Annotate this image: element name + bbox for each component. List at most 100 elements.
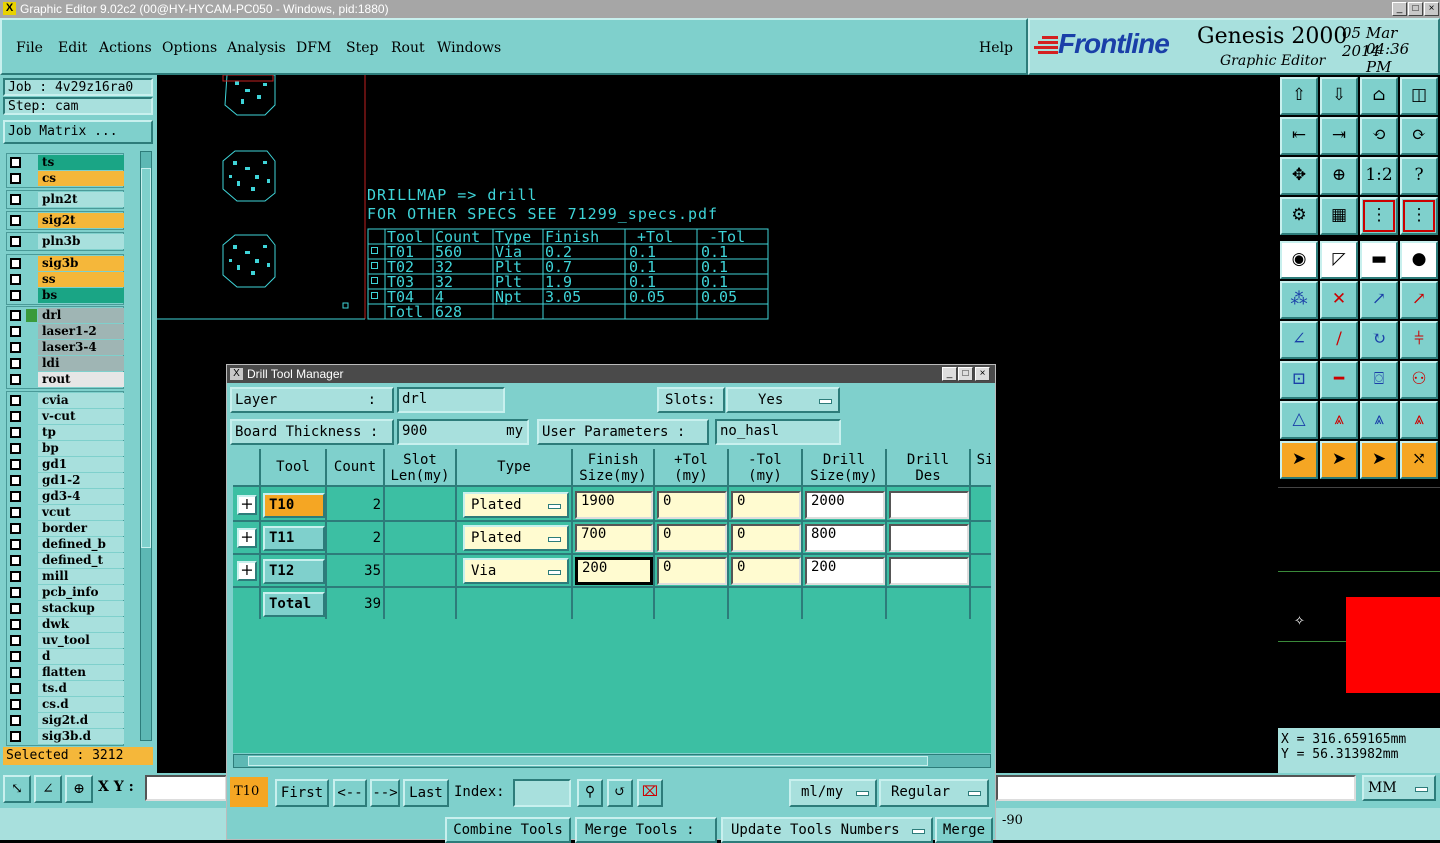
measure-icon[interactable]: ⌼	[1360, 361, 1398, 399]
layer-row-ts[interactable]: ts	[6, 155, 124, 170]
layer-field[interactable]: drl	[397, 387, 505, 413]
dialog-minimize-button[interactable]: _	[942, 367, 957, 381]
layer-name[interactable]: sig2t.d	[38, 713, 124, 728]
pointer-frame-icon[interactable]: ➤	[1360, 441, 1398, 479]
finish-size-input[interactable]: 200	[575, 557, 653, 585]
menu-file[interactable]: File	[16, 40, 43, 56]
minus-tol-input[interactable]: 0	[731, 557, 801, 585]
help-icon[interactable]: ?	[1400, 157, 1438, 195]
layer-name[interactable]: flatten	[38, 665, 124, 680]
layer-checkbox[interactable]	[10, 715, 21, 726]
drill-size-input[interactable]: 200	[805, 557, 885, 585]
move-down-icon[interactable]: ⇩	[1320, 77, 1358, 115]
slash-icon[interactable]: /	[1320, 321, 1358, 359]
layer-name[interactable]: dwk	[38, 617, 124, 632]
layer-name[interactable]: sig3b	[38, 256, 124, 271]
delete-icon[interactable]: ⌧	[637, 779, 663, 807]
layer-checkbox[interactable]	[10, 587, 21, 598]
layer-row-ldi[interactable]: ldi	[6, 356, 124, 371]
layer-name[interactable]: mill	[38, 569, 124, 584]
layer-checkbox[interactable]	[10, 571, 21, 582]
type-dropdown[interactable]: Via	[463, 558, 569, 584]
layer-row-defined_t[interactable]: defined_t	[6, 553, 124, 568]
layer-row-gd1-2[interactable]: gd1-2	[6, 473, 124, 488]
rotate-right-icon[interactable]: ⟳	[1400, 117, 1438, 155]
layer-name[interactable]: gd1-2	[38, 473, 124, 488]
merge-button[interactable]: Merge	[935, 817, 993, 843]
drill-des-input[interactable]	[889, 524, 969, 552]
expand-row-button[interactable]: +	[237, 528, 257, 548]
layer-checkbox[interactable]	[10, 555, 21, 566]
layer-name[interactable]: gd1	[38, 457, 124, 472]
layer-name[interactable]: drl	[38, 308, 124, 323]
layer-checkbox[interactable]	[10, 395, 21, 406]
menu-rout[interactable]: Rout	[391, 40, 425, 56]
grid-snap-icon[interactable]: ⊕	[65, 775, 93, 803]
menu-dfm[interactable]: DFM	[296, 40, 331, 56]
layer-checkbox[interactable]	[10, 326, 21, 337]
layer-name[interactable]: laser1-2	[38, 324, 124, 339]
arc-icon[interactable]: ↻	[1360, 321, 1398, 359]
drill-des-input[interactable]	[889, 491, 969, 519]
board-thickness-value[interactable]: 900	[402, 423, 427, 439]
layer-name[interactable]: gd3-4	[38, 489, 124, 504]
layer-name[interactable]: laser3-4	[38, 340, 124, 355]
type-dropdown[interactable]: Plated	[463, 525, 569, 551]
layer-name[interactable]: sig2t	[38, 213, 124, 228]
layer-checkbox[interactable]	[10, 539, 21, 550]
layer-row-laser1-2[interactable]: laser1-2	[6, 324, 124, 339]
plus-tol-input[interactable]: 0	[657, 524, 727, 552]
layer-checkbox[interactable]	[10, 443, 21, 454]
layer-checkbox[interactable]	[10, 459, 21, 470]
layer-checkbox[interactable]	[10, 699, 21, 710]
layer-name[interactable]: ts.d	[38, 681, 124, 696]
layer-row-border[interactable]: border	[6, 521, 124, 536]
pointer-icon[interactable]: ➤	[1280, 441, 1318, 479]
first-button[interactable]: First	[275, 779, 329, 807]
lightbulb-icon[interactable]: ⚲	[577, 779, 603, 807]
layer-checkbox[interactable]	[10, 507, 21, 518]
arrow-red2-icon[interactable]: ↗	[1400, 281, 1438, 319]
layer-row-vcut[interactable]: vcut	[6, 505, 124, 520]
bar-icon[interactable]: ━	[1320, 361, 1358, 399]
table-hscroll-thumb[interactable]	[248, 756, 928, 766]
drill-des-input[interactable]	[889, 557, 969, 585]
tool-button[interactable]: T12	[263, 559, 325, 584]
layer-checkbox[interactable]	[10, 603, 21, 614]
layer-checkbox[interactable]	[10, 491, 21, 502]
total-button[interactable]: Total	[263, 592, 325, 617]
tool-button[interactable]: T11	[263, 526, 325, 551]
layer-name[interactable]: v-cut	[38, 409, 124, 424]
layer-checkbox[interactable]	[10, 523, 21, 534]
zoom-fit-icon[interactable]: ✥	[1280, 157, 1318, 195]
select-box-icon[interactable]: ⊡	[1280, 361, 1318, 399]
layer-checkbox[interactable]	[10, 310, 21, 321]
menu-options[interactable]: Options	[162, 40, 217, 56]
drill-mode-dropdown[interactable]: Regular	[879, 779, 989, 807]
layer-row-pln3b[interactable]: pln3b	[6, 234, 124, 249]
layer-name[interactable]: pcb_info	[38, 585, 124, 600]
layer-name[interactable]: uv_tool	[38, 633, 124, 648]
drill-size-input[interactable]: 800	[805, 524, 885, 552]
menu-step[interactable]: Step	[346, 40, 378, 56]
layer-checkbox[interactable]	[10, 236, 21, 247]
ruler-icon[interactable]: ▬	[1360, 241, 1398, 279]
slots-dropdown[interactable]: Yes	[726, 387, 840, 413]
units-mode-dropdown[interactable]: ml/my	[789, 779, 877, 807]
maximize-button[interactable]: □	[1408, 2, 1423, 16]
layer-row-gd3-4[interactable]: gd3-4	[6, 489, 124, 504]
prev-button[interactable]: <--	[333, 779, 367, 807]
layer-name[interactable]: pln3b	[38, 234, 124, 249]
menu-help[interactable]: Help	[979, 40, 1013, 56]
finish-size-input[interactable]: 1900	[575, 491, 653, 519]
drill-size-input[interactable]: 2000	[805, 491, 885, 519]
scale-icon[interactable]: 1:2	[1360, 157, 1398, 195]
layer-row-ts.d[interactable]: ts.d	[6, 681, 124, 696]
board-thickness-field[interactable]: 900 my	[397, 419, 529, 445]
dot-icon[interactable]: ●	[1400, 241, 1438, 279]
pad-icon[interactable]: ◉	[1280, 241, 1318, 279]
plus-tol-input[interactable]: 0	[657, 491, 727, 519]
index-field[interactable]	[513, 779, 571, 807]
pointer-box-icon[interactable]: ➤	[1320, 441, 1358, 479]
layer-checkbox[interactable]	[10, 731, 21, 742]
